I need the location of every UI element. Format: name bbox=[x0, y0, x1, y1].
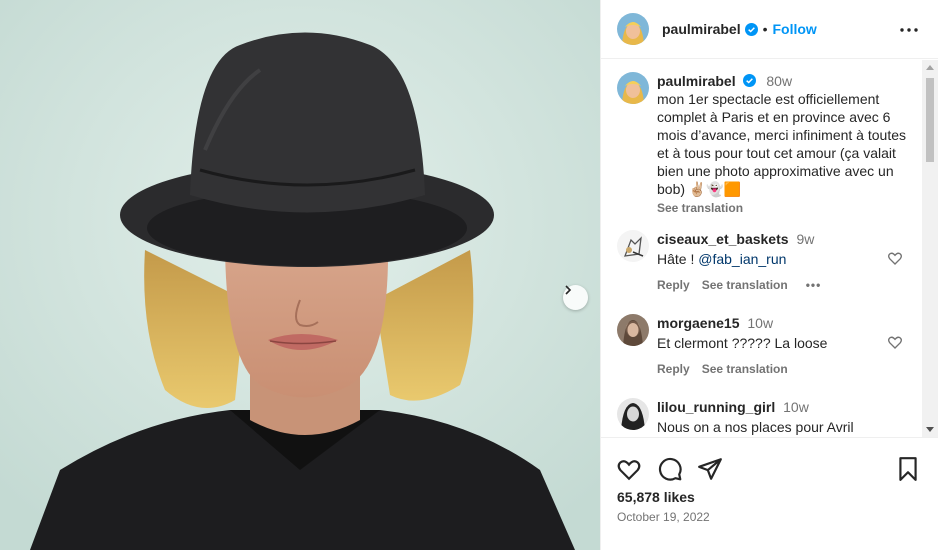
author-avatar[interactable] bbox=[617, 13, 649, 45]
bookmark-icon[interactable] bbox=[895, 456, 921, 482]
caption-text: mon 1er spectacle est officiellement com… bbox=[657, 91, 906, 197]
comment-item: lilou_running_girl 10w Nous on a nos pla… bbox=[617, 398, 917, 436]
comment-username[interactable]: morgaene15 bbox=[657, 315, 739, 331]
more-options-button[interactable] bbox=[899, 20, 919, 40]
caption-see-translation[interactable]: See translation bbox=[657, 199, 907, 217]
see-translation-button[interactable]: See translation bbox=[702, 276, 788, 294]
heart-icon[interactable] bbox=[887, 250, 903, 266]
verified-badge-icon bbox=[743, 74, 757, 87]
likes-count[interactable]: 65,878 likes bbox=[617, 489, 695, 505]
comment-text: Et clermont ????? La loose bbox=[657, 335, 828, 351]
author-username[interactable]: paulmirabel bbox=[662, 21, 741, 37]
instagram-post-modal: paulmirabel • Follow paulmirabel 80w mon… bbox=[0, 0, 938, 550]
commenter-avatar[interactable] bbox=[617, 314, 649, 346]
more-icon bbox=[900, 28, 918, 32]
comments-scrollbar[interactable] bbox=[922, 60, 938, 437]
comment-item: ciseaux_et_baskets 9w Hâte ! @fab_ian_ru… bbox=[617, 230, 917, 294]
verified-badge-icon bbox=[744, 22, 758, 36]
comment-username[interactable]: ciseaux_et_baskets bbox=[657, 231, 789, 247]
scroll-up-arrow[interactable] bbox=[926, 65, 934, 70]
comment-mention[interactable]: @fab_ian_run bbox=[698, 251, 786, 267]
comment-text: Nous on a nos places pour Avril bbox=[657, 419, 854, 435]
comment-time[interactable]: 9w bbox=[796, 231, 814, 247]
post-header: paulmirabel • Follow bbox=[601, 0, 938, 59]
scroll-down-arrow[interactable] bbox=[926, 427, 934, 432]
post-caption: paulmirabel 80w mon 1er spectacle est of… bbox=[617, 72, 917, 217]
post-date[interactable]: October 19, 2022 bbox=[617, 510, 710, 524]
follow-button[interactable]: Follow bbox=[773, 21, 817, 37]
see-translation-button[interactable]: See translation bbox=[702, 360, 788, 378]
caption-avatar[interactable] bbox=[617, 72, 649, 104]
post-actions: 65,878 likes October 19, 2022 bbox=[601, 437, 938, 550]
comment-time[interactable]: 10w bbox=[747, 315, 773, 331]
reply-button[interactable]: Reply bbox=[657, 360, 690, 378]
comment-item: morgaene15 10w Et clermont ????? La loos… bbox=[617, 314, 917, 378]
chevron-right-icon bbox=[565, 285, 572, 295]
caption-username[interactable]: paulmirabel bbox=[657, 73, 736, 89]
post-image bbox=[0, 0, 600, 550]
paper-plane-icon[interactable] bbox=[697, 456, 723, 482]
comment-icon[interactable] bbox=[657, 456, 683, 482]
comment-username[interactable]: lilou_running_girl bbox=[657, 399, 775, 415]
commenter-avatar[interactable] bbox=[617, 398, 649, 430]
next-photo-button[interactable] bbox=[563, 285, 588, 310]
post-sidebar: paulmirabel • Follow paulmirabel 80w mon… bbox=[600, 0, 938, 550]
post-photo bbox=[0, 0, 600, 550]
comment-text: Hâte ! bbox=[657, 251, 699, 267]
heart-icon[interactable] bbox=[887, 334, 903, 350]
comments-list[interactable]: paulmirabel 80w mon 1er spectacle est of… bbox=[601, 60, 923, 437]
separator-dot: • bbox=[762, 21, 768, 37]
caption-time[interactable]: 80w bbox=[766, 73, 792, 89]
scroll-thumb[interactable] bbox=[926, 78, 934, 162]
comment-time[interactable]: 10w bbox=[783, 399, 809, 415]
comment-more-button[interactable]: ••• bbox=[806, 276, 822, 294]
reply-button[interactable]: Reply bbox=[657, 276, 690, 294]
heart-icon[interactable] bbox=[616, 456, 642, 482]
commenter-avatar[interactable] bbox=[617, 230, 649, 262]
